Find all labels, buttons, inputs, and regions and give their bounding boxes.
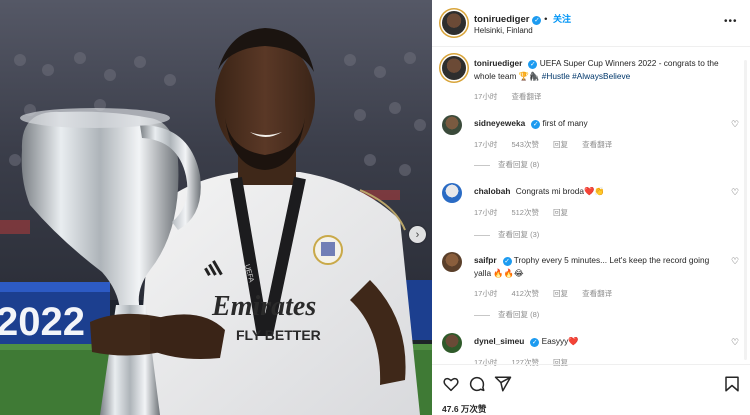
replies-divider: [474, 234, 490, 236]
comment-likes[interactable]: 512次赞: [511, 208, 539, 217]
avatar[interactable]: [442, 333, 462, 353]
comment-time[interactable]: 17小时: [474, 208, 497, 217]
view-replies[interactable]: 查看回复 (8): [474, 159, 539, 170]
more-options-icon[interactable]: •••: [724, 16, 738, 27]
comment-icon[interactable]: [468, 375, 486, 393]
author-username[interactable]: toniruediger: [474, 14, 529, 25]
verified-badge-icon: ✓: [532, 16, 542, 25]
see-translation-link[interactable]: 查看翻译: [582, 289, 612, 298]
comment-like-heart-icon[interactable]: ♡: [731, 337, 741, 347]
avatar[interactable]: [442, 11, 466, 35]
comment-like-heart-icon[interactable]: ♡: [731, 119, 741, 129]
photo-illustration: 2022 UEFA Emirates FLY BETTER: [0, 0, 432, 415]
share-icon[interactable]: [494, 375, 512, 393]
see-translation-link[interactable]: 查看翻译: [511, 92, 541, 101]
comment-time[interactable]: 17小时: [474, 140, 497, 149]
replies-divider: [474, 164, 490, 166]
reply-button[interactable]: 回复: [553, 140, 568, 149]
post-detail-panel: toniruediger ✓ • 关注 Helsinki, Finland •••…: [432, 0, 750, 415]
chevron-right-icon: ›: [415, 228, 420, 241]
comment-body: saifpr ✓ Trophy every 5 minutes... Let's …: [474, 254, 724, 300]
caption-time[interactable]: 17小时: [474, 92, 497, 101]
caption-meta: 17小时 查看翻译: [474, 90, 736, 103]
reply-button[interactable]: 回复: [553, 208, 568, 217]
comment-text: Easyyy❤️: [541, 336, 579, 346]
post-photo: 2022 UEFA Emirates FLY BETTER ›: [0, 0, 432, 415]
separator: •: [544, 14, 548, 25]
comment-body: sidneyeweka ✓ first of many 17小时 543次赞 回复…: [474, 117, 724, 151]
like-count[interactable]: 47.6 万次赞: [442, 403, 486, 415]
jersey-sponsor: Emirates: [211, 291, 316, 322]
view-replies[interactable]: 查看回复 (8): [474, 309, 539, 320]
caption-body: toniruediger ✓ UEFA Super Cup Winners 202…: [474, 57, 736, 103]
comment-meta: 17小时 412次赞 回复 查看翻译: [474, 287, 724, 300]
comment-body: chalobah Congrats mi broda❤️👏 17小时 512次赞…: [474, 185, 724, 219]
banner-year: 2022: [0, 300, 85, 344]
verified-badge-icon: ✓: [530, 338, 540, 347]
post-location[interactable]: Helsinki, Finland: [474, 26, 533, 35]
avatar[interactable]: [442, 115, 462, 135]
post-header: toniruediger ✓ • 关注 Helsinki, Finland •••: [432, 0, 750, 47]
verified-badge-icon: ✓: [528, 60, 538, 69]
comment-username[interactable]: sidneyeweka: [474, 118, 525, 128]
verified-badge-icon: ✓: [531, 120, 541, 129]
comment-username[interactable]: chalobah: [474, 186, 510, 196]
caption-username[interactable]: toniruediger: [474, 58, 522, 68]
post-actions: 47.6 万次赞: [432, 364, 750, 415]
reply-button[interactable]: 回复: [553, 289, 568, 298]
comment-username[interactable]: saifpr: [474, 255, 497, 265]
avatar[interactable]: [442, 252, 462, 272]
view-replies[interactable]: 查看回复 (3): [474, 229, 539, 240]
replies-divider: [474, 314, 490, 316]
verified-badge-icon: ✓: [502, 257, 512, 266]
comment-time[interactable]: 17小时: [474, 289, 497, 298]
caption-hashtags[interactable]: #Hustle #AlwaysBelieve: [542, 71, 631, 81]
comment-likes[interactable]: 543次赞: [511, 140, 539, 149]
bookmark-icon[interactable]: [723, 375, 741, 393]
see-translation-link[interactable]: 查看翻译: [582, 140, 612, 149]
follow-button[interactable]: 关注: [553, 14, 571, 24]
next-image-button[interactable]: ›: [409, 226, 426, 243]
view-replies-label[interactable]: 查看回复 (8): [498, 310, 539, 319]
jersey-sponsor-line2: FLY BETTER: [236, 327, 321, 343]
view-replies-label[interactable]: 查看回复 (8): [498, 160, 539, 169]
comment-like-heart-icon[interactable]: ♡: [731, 187, 741, 197]
comment-text: first of many: [542, 118, 588, 128]
heart-icon[interactable]: [442, 375, 460, 393]
comment-like-heart-icon[interactable]: ♡: [731, 256, 741, 266]
comment-meta: 17小时 512次赞 回复: [474, 206, 724, 219]
comments-scrollbar[interactable]: [744, 60, 747, 360]
comment-text: Congrats mi broda❤️👏: [515, 186, 605, 196]
view-replies-label[interactable]: 查看回复 (3): [498, 230, 539, 239]
avatar[interactable]: [442, 183, 462, 203]
comment-username[interactable]: dynel_simeu: [474, 336, 524, 346]
post-author[interactable]: toniruediger ✓ • 关注: [474, 12, 571, 25]
comment-meta: 17小时 543次赞 回复 查看翻译: [474, 138, 724, 151]
comment-likes[interactable]: 412次赞: [511, 289, 539, 298]
avatar[interactable]: [442, 56, 466, 80]
